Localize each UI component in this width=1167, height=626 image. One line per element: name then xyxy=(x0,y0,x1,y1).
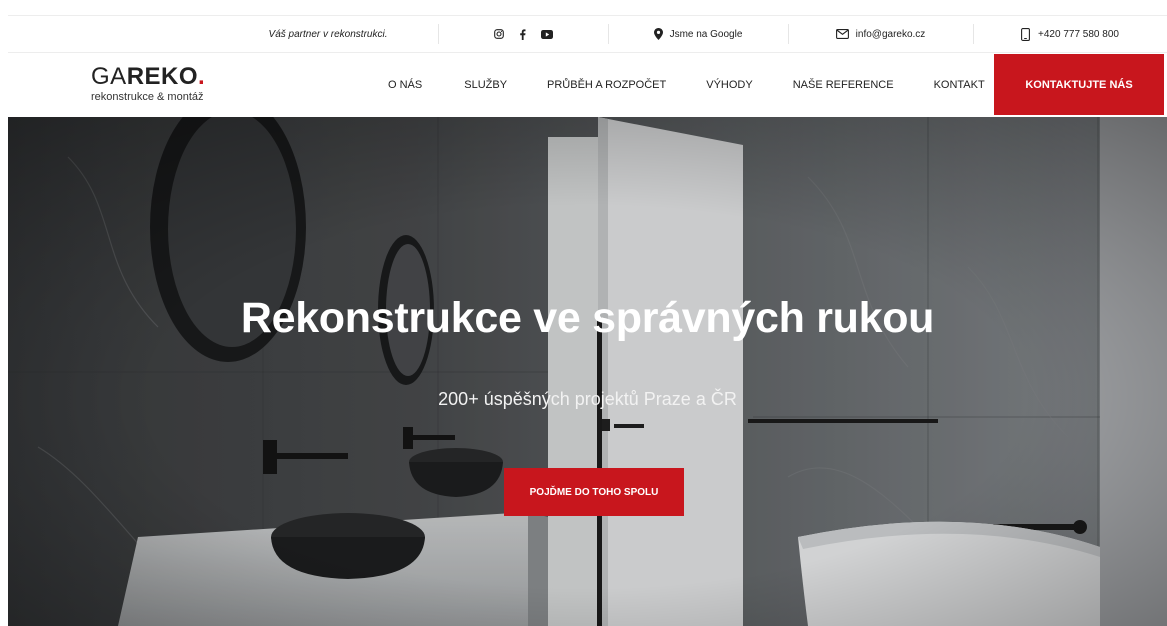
google-link[interactable]: Jsme na Google xyxy=(608,16,788,52)
logo[interactable]: GAREKO. rekonstrukce & montáž xyxy=(91,65,205,104)
hero-title: Rekonstrukce ve správných rukou xyxy=(240,294,935,342)
nav-item-sluzby[interactable]: SLUŽBY xyxy=(464,79,507,91)
phone-icon xyxy=(1021,27,1030,41)
social-links xyxy=(438,16,608,52)
logo-subtitle: rekonstrukce & montáž xyxy=(91,91,204,103)
hero-subtitle: 200+ úspěšných projektů Praze a ČR xyxy=(438,389,737,409)
main-navigation: GAREKO. rekonstrukce & montáž O NÁS SLUŽ… xyxy=(8,53,1167,117)
tagline: Váš partner v rekonstrukci. xyxy=(268,28,388,40)
nav-menu: O NÁS SLUŽBY PRŮBĚH A ROZPOČET VÝHODY NA… xyxy=(378,53,985,117)
google-label: Jsme na Google xyxy=(669,28,743,40)
email-link[interactable]: info@gareko.cz xyxy=(788,16,973,52)
logo-part2: REKO xyxy=(126,63,199,90)
nav-item-prubeh-a-rozpocet[interactable]: PRŮBĚH A ROZPOČET xyxy=(547,79,666,91)
phone-link[interactable]: +420 777 580 800 xyxy=(973,16,1167,52)
logo-wordmark: GAREKO. xyxy=(91,65,205,89)
logo-part1: GA xyxy=(91,63,127,90)
email-address: info@gareko.cz xyxy=(855,28,926,40)
phone-number: +420 777 580 800 xyxy=(1038,28,1119,40)
hero-section: Rekonstrukce ve správných rukou 200+ úsp… xyxy=(8,117,1167,626)
youtube-icon[interactable] xyxy=(540,29,553,39)
nav-item-nase-reference[interactable]: NAŠE REFERENCE xyxy=(793,79,894,91)
location-pin-icon xyxy=(653,28,663,40)
facebook-icon[interactable] xyxy=(519,28,526,40)
hero-background-image xyxy=(8,117,1167,626)
hero-cta-button[interactable]: POJĎME DO TOHO SPOLU xyxy=(504,468,684,516)
nav-item-vyhody[interactable]: VÝHODY xyxy=(706,79,752,91)
logo-dot: . xyxy=(198,63,206,90)
instagram-icon[interactable] xyxy=(493,29,504,39)
top-info-bar: Váš partner v rekonstrukci. Jsme na Goog… xyxy=(8,15,1167,53)
nav-item-o-nas[interactable]: O NÁS xyxy=(388,79,422,91)
nav-item-kontakt[interactable]: KONTAKT xyxy=(934,79,985,91)
contact-us-button[interactable]: KONTAKTUJTE NÁS xyxy=(994,54,1164,115)
mail-icon xyxy=(835,29,849,39)
